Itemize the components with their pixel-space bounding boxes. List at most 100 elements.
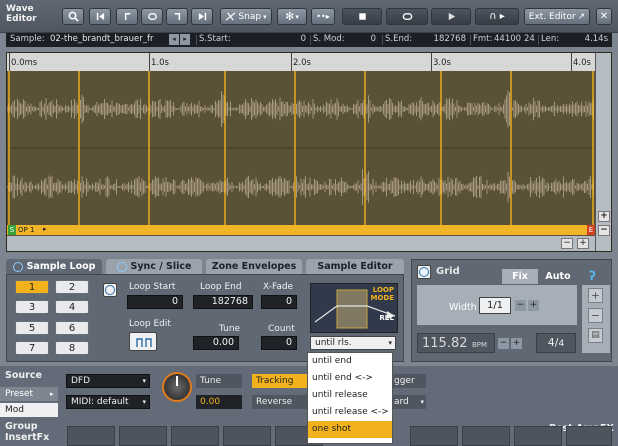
count-field[interactable]: 0 bbox=[261, 336, 297, 350]
insert-fx-slot-3[interactable] bbox=[171, 426, 219, 446]
sstart-value[interactable]: 0 bbox=[256, 34, 306, 44]
divider bbox=[470, 35, 471, 45]
stop-button[interactable] bbox=[342, 8, 382, 25]
dropdown-item-until-end[interactable]: until end bbox=[308, 353, 392, 370]
bracket-left-icon bbox=[124, 13, 130, 21]
time-ruler[interactable]: 0.0ms 1.0s 2.0s 3.0s 4.0s bbox=[7, 53, 595, 71]
go-to-end-button[interactable] bbox=[191, 8, 213, 25]
grid-help-button[interactable]: ʔ bbox=[589, 269, 601, 283]
go-to-start-button[interactable] bbox=[89, 8, 111, 25]
loop-slot-7-button[interactable]: 7 bbox=[15, 341, 49, 355]
mode-select[interactable]: DFD ▾ bbox=[66, 374, 150, 388]
dots-arrow-icon: ••▸ bbox=[316, 12, 330, 21]
play-icon bbox=[448, 12, 455, 21]
loop-slot-8-button[interactable]: 8 bbox=[55, 341, 89, 355]
grid-width-dec-button[interactable]: − bbox=[515, 300, 526, 311]
grid-width-inc-button[interactable]: + bbox=[528, 300, 539, 311]
tracking-button[interactable]: Tracking bbox=[252, 374, 308, 388]
grid-remove-button[interactable]: − bbox=[588, 308, 603, 323]
next-sample-button[interactable]: ▸ bbox=[180, 34, 190, 45]
tab-zone-envelopes[interactable]: Zone Envelopes bbox=[206, 259, 302, 274]
zoom-button[interactable] bbox=[62, 8, 84, 25]
insert-fx-slot-6[interactable] bbox=[410, 426, 458, 446]
close-button[interactable]: ✕ bbox=[596, 8, 612, 25]
close-icon: ✕ bbox=[599, 11, 609, 22]
loop-mode-value: until rls. bbox=[315, 338, 352, 348]
grid-power-button[interactable] bbox=[417, 265, 431, 279]
bpm-field[interactable]: 115.82 BPM bbox=[417, 333, 495, 353]
horizontal-scrollbar[interactable]: − + bbox=[7, 236, 595, 251]
reverse-button[interactable]: Reverse bbox=[252, 395, 308, 409]
loop-region-bar[interactable]: S OP 1 ▸ E bbox=[7, 225, 595, 235]
loop-slot-2-button[interactable]: 2 bbox=[55, 280, 89, 294]
divider bbox=[382, 35, 383, 45]
power-icon bbox=[12, 261, 23, 272]
insert-fx-slot-4[interactable] bbox=[223, 426, 271, 446]
tune-value-field[interactable]: 0.00 bbox=[196, 395, 242, 409]
loop-slot-3-button[interactable]: 3 bbox=[15, 300, 49, 314]
tune-field[interactable]: 0.00 bbox=[193, 336, 239, 350]
play-button[interactable] bbox=[431, 8, 471, 25]
bpm-dec-button[interactable]: − bbox=[498, 338, 509, 349]
ruler-mark bbox=[291, 53, 292, 71]
loop-end-field[interactable]: 182768 bbox=[193, 295, 253, 309]
loop-button[interactable] bbox=[141, 8, 163, 25]
dropdown-item-one-shot[interactable]: one shot bbox=[308, 421, 392, 438]
dropdown-item-until-release-pingpong[interactable]: until release <-> bbox=[308, 404, 392, 421]
bpm-inc-button[interactable]: + bbox=[511, 338, 522, 349]
send-value[interactable]: 182768 bbox=[416, 34, 466, 44]
sample-info-bar: Sample: 02-the_brandt_brauer_fr ◂ ▸ S.St… bbox=[6, 33, 612, 47]
dropdown-item-until-end-pingpong[interactable]: until end <-> bbox=[308, 370, 392, 387]
time-signature-field[interactable]: 4/4 bbox=[536, 333, 576, 353]
loop-slot-6-button[interactable]: 6 bbox=[55, 321, 89, 335]
grid-fix-tab[interactable]: Fix bbox=[502, 269, 538, 284]
smod-value[interactable]: 0 bbox=[346, 34, 376, 44]
loop-slot-5-button[interactable]: 5 bbox=[15, 321, 49, 335]
ext-editor-button[interactable]: Ext. Editor ↗ bbox=[524, 8, 590, 25]
xfade-field[interactable]: 0 bbox=[261, 295, 297, 309]
loop-power-button[interactable] bbox=[103, 283, 117, 297]
snap-dropdown[interactable]: Snap ▾ bbox=[220, 8, 272, 25]
loop-mode-select[interactable]: until rls. ▾ bbox=[310, 336, 396, 350]
loop-edit-button[interactable] bbox=[129, 332, 157, 351]
start-marker[interactable]: S bbox=[8, 225, 16, 235]
grid-delete-button[interactable]: ▤ bbox=[588, 328, 603, 343]
prev-sample-button[interactable]: ◂ bbox=[169, 34, 179, 45]
trigger-button[interactable]: gger bbox=[392, 374, 426, 388]
waveform-display[interactable] bbox=[6, 71, 595, 225]
loop-end-button[interactable] bbox=[166, 8, 188, 25]
midi-select[interactable]: MIDI: default ▾ bbox=[66, 395, 150, 409]
loop-start-field[interactable]: 0 bbox=[127, 295, 183, 309]
insert-fx-slot-1[interactable] bbox=[67, 426, 115, 446]
tune-knob[interactable] bbox=[162, 372, 192, 402]
insert-fx-slot-2[interactable] bbox=[119, 426, 167, 446]
loop-slot-1-button[interactable]: 1 bbox=[15, 280, 49, 294]
tab-sample-editor[interactable]: Sample Editor bbox=[306, 259, 404, 274]
dropdown-item-until-release[interactable]: until release bbox=[308, 387, 392, 404]
divider bbox=[538, 35, 539, 45]
insert-fx-slot-8[interactable] bbox=[514, 426, 562, 446]
insert-fx-slot-9[interactable] bbox=[566, 426, 612, 446]
nudge-button[interactable]: ••▸ bbox=[311, 8, 335, 25]
grid-width-field[interactable]: 1/1 bbox=[479, 297, 511, 314]
zoom-out-h-button[interactable]: − bbox=[561, 238, 573, 249]
settings-dropdown[interactable]: ✻ ▾ bbox=[277, 8, 307, 25]
loop-slot-4-button[interactable]: 4 bbox=[55, 300, 89, 314]
loop-icon bbox=[402, 13, 412, 20]
headphones-button[interactable]: ∩ ▸ bbox=[475, 8, 519, 25]
tab-sync-slice[interactable]: Sync / Slice bbox=[106, 259, 202, 274]
loop-play-button[interactable] bbox=[386, 8, 428, 25]
zoom-out-v-button[interactable]: − bbox=[598, 225, 610, 236]
grid-auto-tab[interactable]: Auto bbox=[540, 269, 576, 284]
insert-fx-slot-7[interactable] bbox=[462, 426, 510, 446]
loop-start-button[interactable] bbox=[116, 8, 138, 25]
mod-tab[interactable]: Mod bbox=[0, 403, 58, 417]
grid-add-button[interactable]: + bbox=[588, 288, 603, 303]
zoom-in-h-button[interactable]: + bbox=[577, 238, 589, 249]
ruler-mark bbox=[571, 53, 572, 71]
tab-sample-loop[interactable]: Sample Loop bbox=[6, 259, 102, 274]
ard-select[interactable]: ard ▾ bbox=[392, 395, 426, 409]
vertical-scrollbar[interactable]: + − bbox=[595, 53, 611, 251]
end-marker[interactable]: E bbox=[587, 225, 595, 235]
zoom-in-v-button[interactable]: + bbox=[598, 211, 610, 222]
